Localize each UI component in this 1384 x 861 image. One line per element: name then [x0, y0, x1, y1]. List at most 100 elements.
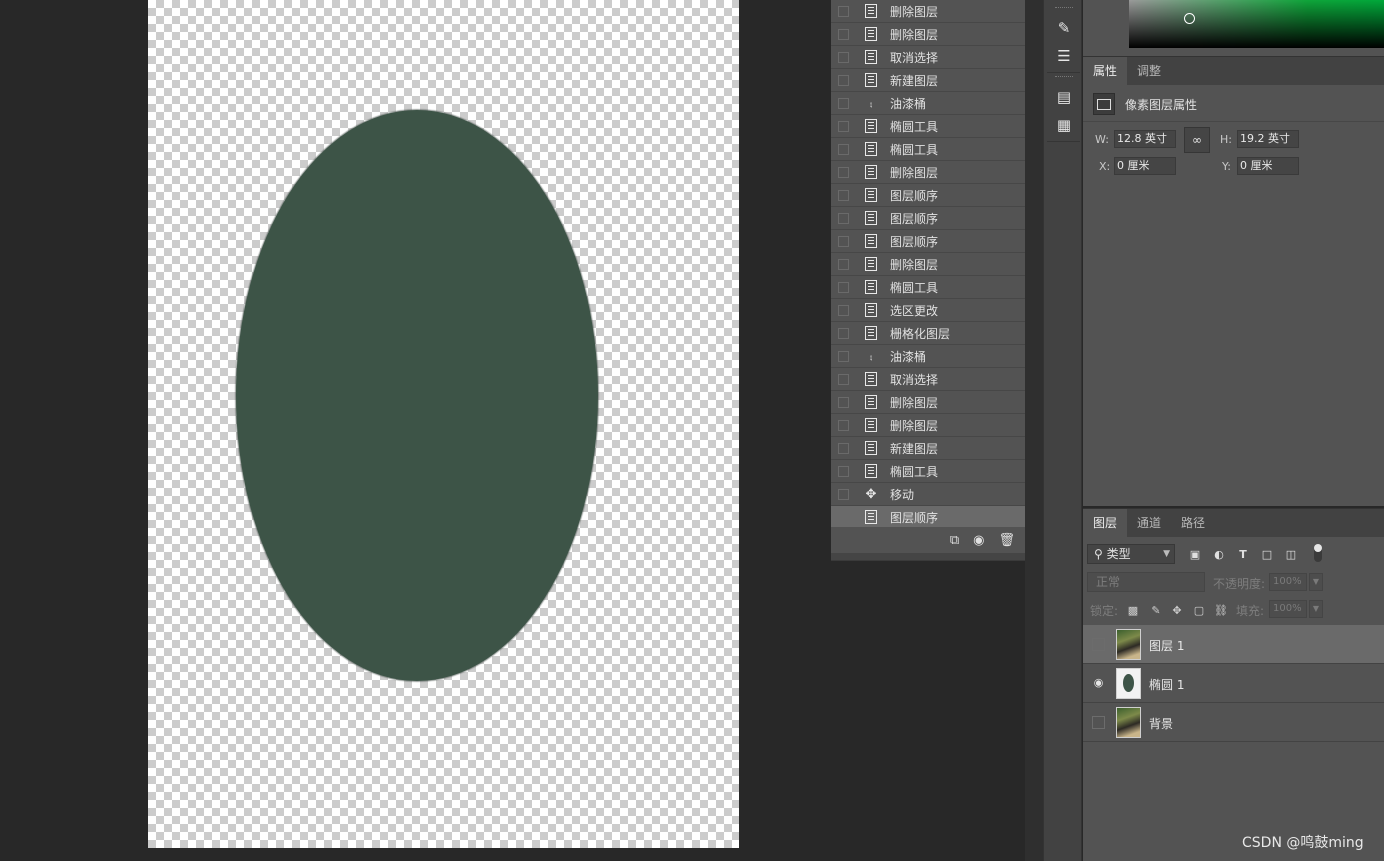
width-field[interactable]: 12.8 英寸 — [1114, 130, 1176, 148]
link-dimensions-icon[interactable]: ∞ — [1184, 127, 1210, 153]
new-document-from-state-icon[interactable]: ⧉ — [950, 533, 959, 548]
history-snapshot-checkbox[interactable] — [838, 281, 849, 293]
history-item-label: 栅格化图层 — [890, 326, 951, 341]
history-snapshot-checkbox[interactable] — [838, 327, 849, 339]
shape-filter-icon[interactable]: □ — [1260, 547, 1274, 561]
history-snapshot-checkbox[interactable] — [838, 5, 849, 17]
history-item[interactable]: 新建图层 — [831, 437, 1026, 460]
brush-settings-icon[interactable]: ✎ — [1052, 16, 1076, 40]
history-snapshot-checkbox[interactable] — [838, 28, 849, 40]
history-snapshot-checkbox[interactable] — [838, 258, 849, 270]
history-item[interactable]: 删除图层 — [831, 253, 1026, 276]
history-snapshot-checkbox[interactable] — [838, 465, 849, 477]
x-field[interactable]: 0 厘米 — [1114, 157, 1176, 175]
eye-icon[interactable]: ◉ — [1092, 677, 1105, 690]
history-snapshot-checkbox[interactable] — [838, 120, 849, 132]
history-item[interactable]: 删除图层 — [831, 414, 1026, 437]
opacity-dropdown-icon[interactable]: ▼ — [1309, 573, 1323, 591]
history-item[interactable]: 图层顺序 — [831, 207, 1026, 230]
tab-adjustments[interactable]: 调整 — [1127, 57, 1171, 85]
history-snapshot-checkbox[interactable] — [838, 97, 849, 109]
layer-name[interactable]: 图层 1 — [1149, 637, 1184, 654]
dock-grip-2[interactable] — [1055, 76, 1073, 79]
lock-transparent-icon[interactable]: ▩ — [1126, 603, 1140, 617]
smart-object-filter-icon[interactable]: ◫ — [1284, 547, 1298, 561]
history-item[interactable]: 图层顺序 — [831, 230, 1026, 253]
layer-row[interactable]: 背景 — [1083, 703, 1384, 742]
history-item[interactable]: 删除图层 — [831, 0, 1026, 23]
tab-channels[interactable]: 通道 — [1127, 509, 1171, 537]
layout-panel-icon[interactable]: ▤ — [1052, 85, 1076, 109]
history-snapshot-checkbox[interactable] — [838, 166, 849, 178]
history-item[interactable]: ⨾ 油漆桶 — [831, 92, 1026, 115]
lock-artboard-icon[interactable]: ▢ — [1192, 603, 1206, 617]
layer-name[interactable]: 背景 — [1149, 715, 1173, 732]
history-item[interactable]: 新建图层 — [831, 69, 1026, 92]
history-snapshot-checkbox[interactable] — [838, 373, 849, 385]
y-field[interactable]: 0 厘米 — [1237, 157, 1299, 175]
history-item[interactable]: 选区更改 — [831, 299, 1026, 322]
camera-snapshot-icon[interactable]: ◉ — [973, 533, 984, 548]
history-snapshot-checkbox[interactable] — [838, 212, 849, 224]
history-snapshot-checkbox[interactable] — [838, 396, 849, 408]
history-item[interactable]: 图层顺序 — [831, 184, 1026, 207]
history-item[interactable]: 图层顺序 — [831, 506, 1026, 527]
history-snapshot-checkbox[interactable] — [838, 488, 849, 500]
layer-name[interactable]: 椭圆 1 — [1149, 676, 1184, 693]
layer-filter-select[interactable]: ⚲ 类型 ▼ — [1087, 544, 1175, 564]
document-canvas[interactable] — [148, 0, 739, 848]
ellipse-shape[interactable] — [236, 110, 598, 681]
opacity-field[interactable]: 100% — [1269, 573, 1307, 591]
history-item[interactable]: 椭圆工具 — [831, 115, 1026, 138]
history-item[interactable]: 取消选择 — [831, 46, 1026, 69]
history-snapshot-checkbox[interactable] — [838, 419, 849, 431]
history-snapshot-checkbox[interactable] — [838, 304, 849, 316]
history-snapshot-checkbox[interactable] — [838, 511, 849, 523]
history-snapshot-checkbox[interactable] — [838, 350, 849, 362]
color-picker-cursor[interactable] — [1184, 13, 1195, 24]
history-snapshot-checkbox[interactable] — [838, 74, 849, 86]
history-item[interactable]: 删除图层 — [831, 391, 1026, 414]
blend-mode-select[interactable]: 正常 — [1087, 572, 1205, 592]
layer-row[interactable]: 图层 1 — [1083, 625, 1384, 664]
history-item[interactable]: 椭圆工具 — [831, 460, 1026, 483]
history-item[interactable]: ✥ 移动 — [831, 483, 1026, 506]
tab-paths[interactable]: 路径 — [1171, 509, 1215, 537]
history-item[interactable]: 椭圆工具 — [831, 138, 1026, 161]
text-filter-icon[interactable]: T — [1236, 547, 1250, 561]
adjustment-filter-icon[interactable]: ◐ — [1212, 547, 1226, 561]
visibility-toggle[interactable] — [1092, 716, 1105, 729]
history-snapshot-checkbox[interactable] — [838, 51, 849, 63]
fill-field[interactable]: 100% — [1269, 600, 1307, 618]
trash-icon[interactable]: 🗑 — [998, 533, 1015, 548]
lock-all-icon[interactable]: ⛓ — [1214, 603, 1228, 617]
tab-layers[interactable]: 图层 — [1083, 509, 1128, 537]
history-snapshot-checkbox[interactable] — [838, 143, 849, 155]
history-item[interactable]: 取消选择 — [831, 368, 1026, 391]
history-snapshot-checkbox[interactable] — [838, 189, 849, 201]
adjustments-sliders-icon[interactable]: ☰ — [1052, 44, 1076, 68]
lock-position-icon[interactable]: ✥ — [1170, 603, 1184, 617]
visibility-toggle[interactable] — [1092, 638, 1105, 651]
move-icon: ✥ — [865, 486, 877, 502]
history-item[interactable]: 栅格化图层 — [831, 322, 1026, 345]
history-item[interactable]: 删除图层 — [831, 23, 1026, 46]
lock-image-icon[interactable]: ✎ — [1149, 603, 1163, 617]
image-filter-icon[interactable]: ▣ — [1188, 547, 1202, 561]
canvas-area[interactable] — [0, 0, 831, 861]
history-item[interactable]: 椭圆工具 — [831, 276, 1026, 299]
history-panel-grip[interactable] — [831, 553, 1043, 560]
height-field[interactable]: 19.2 英寸 — [1237, 130, 1299, 148]
history-snapshot-checkbox[interactable] — [838, 235, 849, 247]
layer-row[interactable]: ◉ 椭圆 1 — [1083, 664, 1384, 703]
history-item[interactable]: 删除图层 — [831, 161, 1026, 184]
notes-panel-icon[interactable]: ▦ — [1052, 113, 1076, 137]
fill-dropdown-icon[interactable]: ▼ — [1309, 600, 1323, 618]
history-item[interactable]: ⨾ 油漆桶 — [831, 345, 1026, 368]
dock-grip[interactable] — [1055, 7, 1073, 10]
history-snapshot-checkbox[interactable] — [838, 442, 849, 454]
filter-toggle[interactable] — [1314, 544, 1322, 562]
history-item-label: 椭圆工具 — [890, 280, 939, 295]
color-picker-field[interactable] — [1129, 0, 1384, 48]
tab-properties[interactable]: 属性 — [1083, 57, 1128, 85]
